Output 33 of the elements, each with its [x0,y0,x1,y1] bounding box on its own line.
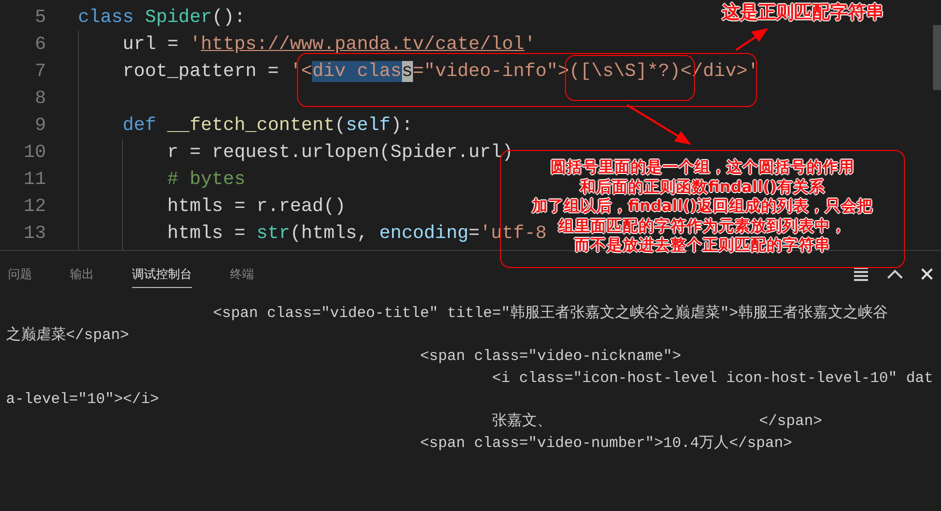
panel-tab[interactable]: 输出 [70,260,94,288]
line-number: 11 [22,169,46,190]
code-line: def __fetch_content(self): [122,115,413,136]
line-number: 8 [34,88,46,109]
console-line: a-level="10"></i> [6,390,160,410]
close-icon[interactable] [921,268,933,280]
console-line: <span class="video-title" title="韩服王者张嘉文之峡谷之巅虐菜">韩服王者张嘉文之峡谷 [213,303,888,324]
line-number: 6 [34,34,46,55]
scrollbar-thumb[interactable] [933,25,941,90]
panel-tab[interactable]: 问题 [8,260,32,288]
code-line: class Spider(): [78,7,246,28]
arrow [626,104,692,145]
arrow [735,28,768,51]
console-line: <span class="video-number">10.4万人</span> [420,434,792,454]
line-number: 5 [34,7,46,28]
panel-tab[interactable]: 终端 [230,260,254,288]
line-number: 9 [34,115,46,136]
list-icon[interactable] [853,266,869,282]
code-line: r = request.urlopen(Spider.url) [167,142,514,163]
panel-tab[interactable]: 调试控制台 [132,260,192,288]
line-number: 7 [34,61,46,82]
code-line: # bytes [167,169,246,190]
line-number: 12 [22,196,46,217]
console-line: <span class="video-nickname"> [420,347,682,368]
code-line: htmls = r.read() [167,196,346,217]
console-line: 之巅虐菜</span> [6,325,130,346]
line-number: 10 [22,142,46,163]
console-line: <i class="icon-host-level icon-host-level-10" dat [492,368,934,389]
line-number: 13 [22,223,46,244]
chevron-up-icon[interactable] [887,269,903,279]
code-line: url = 'https://www.panda.tv/cate/lol' [122,34,536,55]
annotation-label: 这是正则匹配字符串 [722,2,884,24]
console-line: 张嘉文、 </span> [492,412,822,432]
